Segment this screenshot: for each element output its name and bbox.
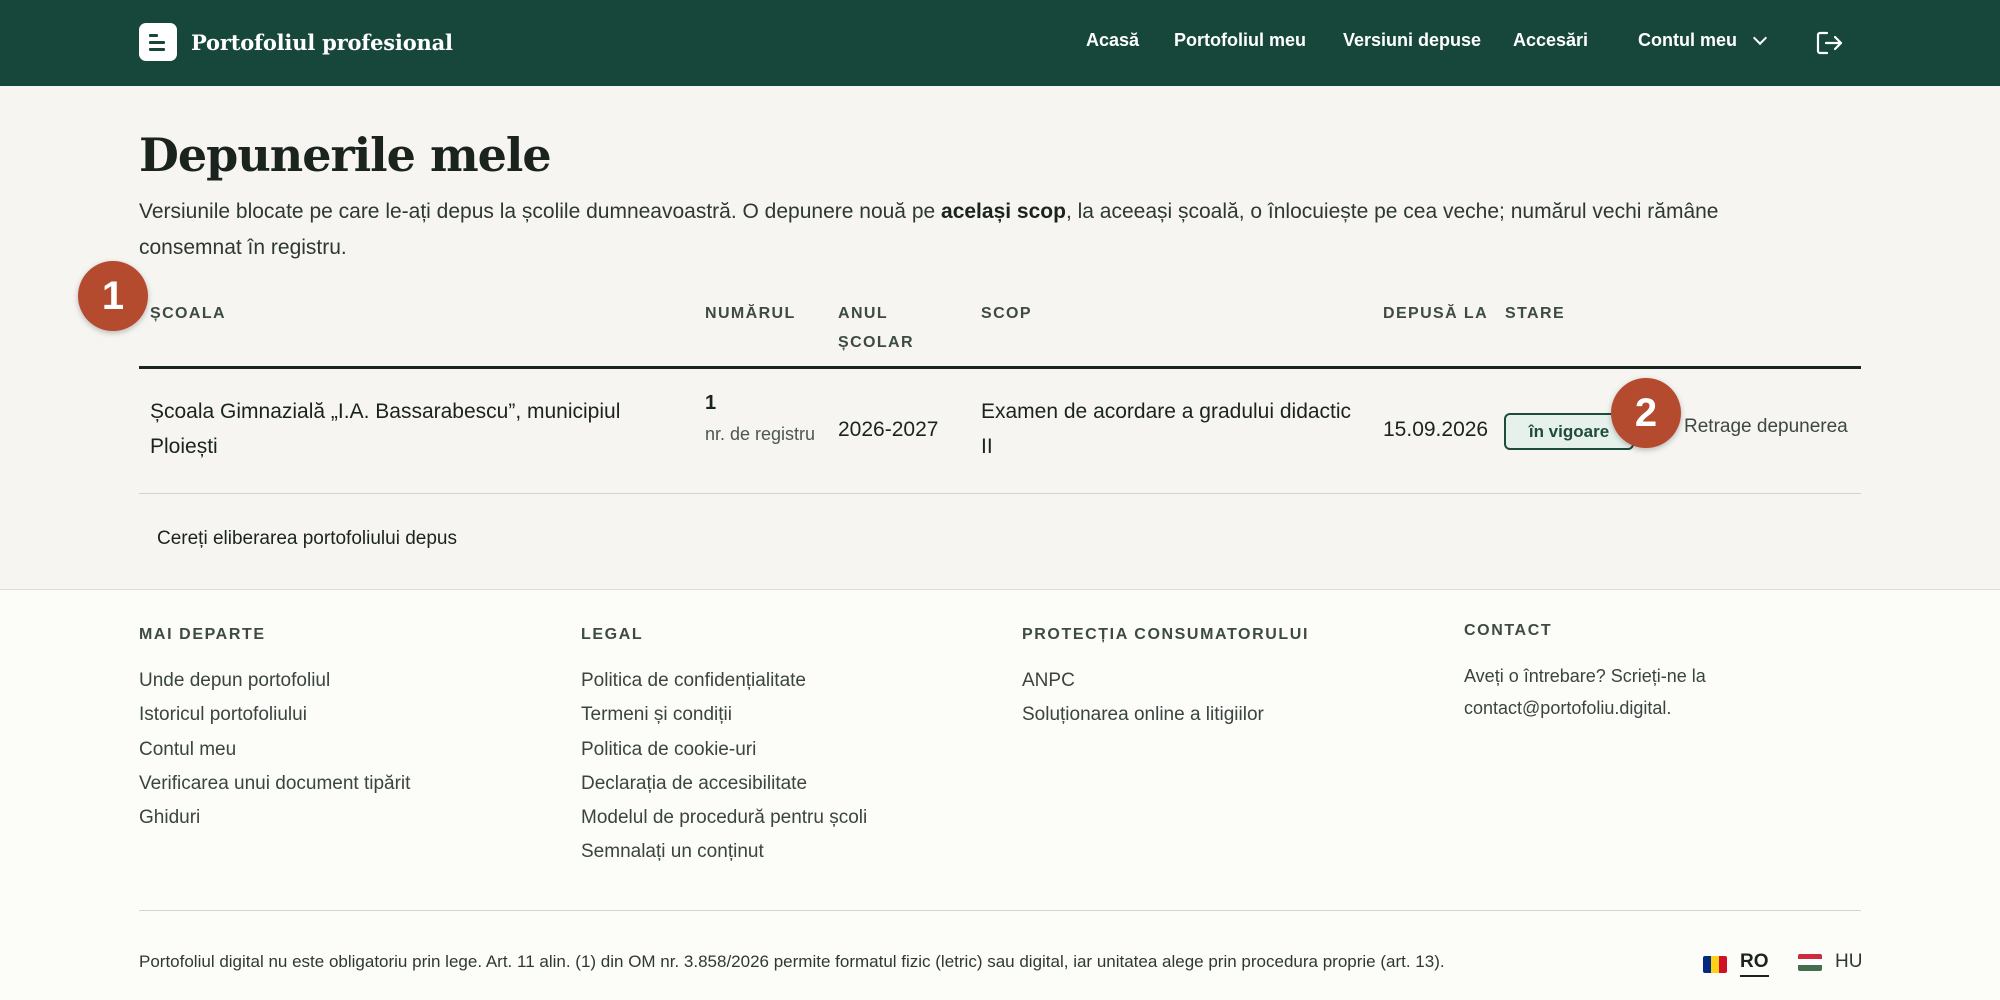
footer-link[interactable]: Modelul de procedură pentru școli	[581, 801, 867, 835]
footer-link[interactable]: Politica de confidențialitate	[581, 664, 867, 698]
footer-divider	[139, 910, 1861, 911]
chevron-down-icon	[1752, 30, 1768, 45]
language-option-ro[interactable]: RO	[1703, 951, 1769, 977]
hungary-flag-icon	[1798, 953, 1822, 971]
brand-link[interactable]: Portofoliul profesional	[139, 23, 453, 61]
footer-link[interactable]: Ghiduri	[139, 801, 410, 835]
nav-item-my-portfolio[interactable]: Portofoliul meu	[1174, 30, 1306, 51]
intro-text-part: Versiunile blocate pe care le-ați depus …	[139, 200, 942, 223]
footer-link[interactable]: Verificarea unui document tipărit	[139, 767, 410, 801]
column-header-status[interactable]: STARE	[1505, 299, 1565, 328]
footer-link[interactable]: Semnalați un conținut	[581, 835, 867, 869]
step-marker-2: 2	[1611, 378, 1681, 448]
footer-column-more: MAI DEPARTE Unde depun portofoliul Istor…	[139, 626, 410, 835]
footer-heading: MAI DEPARTE	[139, 626, 266, 643]
language-option-hu[interactable]: HU	[1798, 951, 1862, 973]
brand-name: Portofoliul profesional	[191, 29, 453, 55]
document-logo-icon	[139, 23, 177, 61]
footer-link[interactable]: Soluționarea online a litigiilor	[1022, 698, 1309, 732]
logout-icon[interactable]	[1816, 30, 1844, 56]
column-header-school-year[interactable]: ANUL ȘCOLAR	[838, 299, 928, 357]
language-code: RO	[1740, 951, 1769, 977]
footer-link[interactable]: Istoricul portofoliului	[139, 698, 410, 732]
page-title: Depunerile mele	[139, 128, 552, 182]
footer-heading: CONTACT	[1464, 622, 1553, 639]
footer-link[interactable]: Termeni și condiții	[581, 698, 867, 732]
footer-column-contact: CONTACT Aveți o întrebare? Scrieți-ne la…	[1464, 622, 1764, 724]
cell-purpose: Examen de acordare a gradului didactic I…	[981, 400, 1352, 458]
contact-text: Aveți o întrebare? Scrieți-ne la contact…	[1464, 666, 1706, 718]
withdraw-submission-button[interactable]: Retrage depunerea	[1684, 416, 1848, 438]
romania-flag-icon	[1703, 955, 1727, 973]
registry-number-caption: nr. de registru	[705, 424, 816, 444]
footer-link[interactable]: Politica de cookie-uri	[581, 733, 867, 767]
footer-heading: LEGAL	[581, 626, 644, 643]
language-code: HU	[1835, 951, 1863, 972]
legal-note: Portofoliul digital nu este obligatoriu …	[139, 952, 1445, 971]
registry-number: 1	[705, 392, 717, 414]
footer-heading: PROTECȚIA CONSUMATORULUI	[1022, 626, 1309, 643]
step-marker-1: 1	[78, 261, 148, 331]
cell-number: 1 nr. de registru	[705, 386, 815, 447]
request-release-button[interactable]: Cereți eliberarea portofoliului depus	[157, 528, 457, 550]
cell-submitted-at: 15.09.2026	[1383, 418, 1489, 441]
table-row-divider	[139, 493, 1861, 494]
table-header-divider	[139, 366, 1861, 369]
intro-text-bold: același scop	[941, 200, 1066, 223]
nav-item-submitted-versions[interactable]: Versiuni depuse	[1343, 30, 1481, 51]
column-header-school[interactable]: ȘCOALA	[150, 299, 226, 328]
column-header-submitted-at[interactable]: DEPUSĂ LA	[1383, 299, 1488, 328]
cell-school-year: 2026-2027	[838, 418, 939, 441]
nav-item-home[interactable]: Acasă	[1086, 30, 1139, 51]
intro-text: Versiunile blocate pe care le-ați depus …	[139, 194, 1799, 266]
footer-link[interactable]: Unde depun portofoliul	[139, 664, 410, 698]
account-menu-button[interactable]: Contul meu	[1638, 30, 1768, 51]
nav-item-accesses[interactable]: Accesări	[1513, 30, 1588, 51]
footer-link[interactable]: Contul meu	[139, 733, 410, 767]
cell-school: Școala Gimnazială „I.A. Bassarabescu”, m…	[150, 400, 621, 458]
footer-link[interactable]: ANPC	[1022, 664, 1309, 698]
column-header-purpose[interactable]: SCOP	[981, 299, 1032, 328]
column-header-number[interactable]: NUMĂRUL	[705, 299, 796, 328]
footer-column-legal: LEGAL Politica de confidențialitate Term…	[581, 626, 867, 870]
top-navigation-bar: Portofoliul profesional Acasă Portofoliu…	[0, 0, 2000, 86]
account-menu-label: Contul meu	[1638, 30, 1737, 50]
footer-column-consumer-protection: PROTECȚIA CONSUMATORULUI ANPC Soluționar…	[1022, 626, 1309, 733]
footer-link[interactable]: Declarația de accesibilitate	[581, 767, 867, 801]
